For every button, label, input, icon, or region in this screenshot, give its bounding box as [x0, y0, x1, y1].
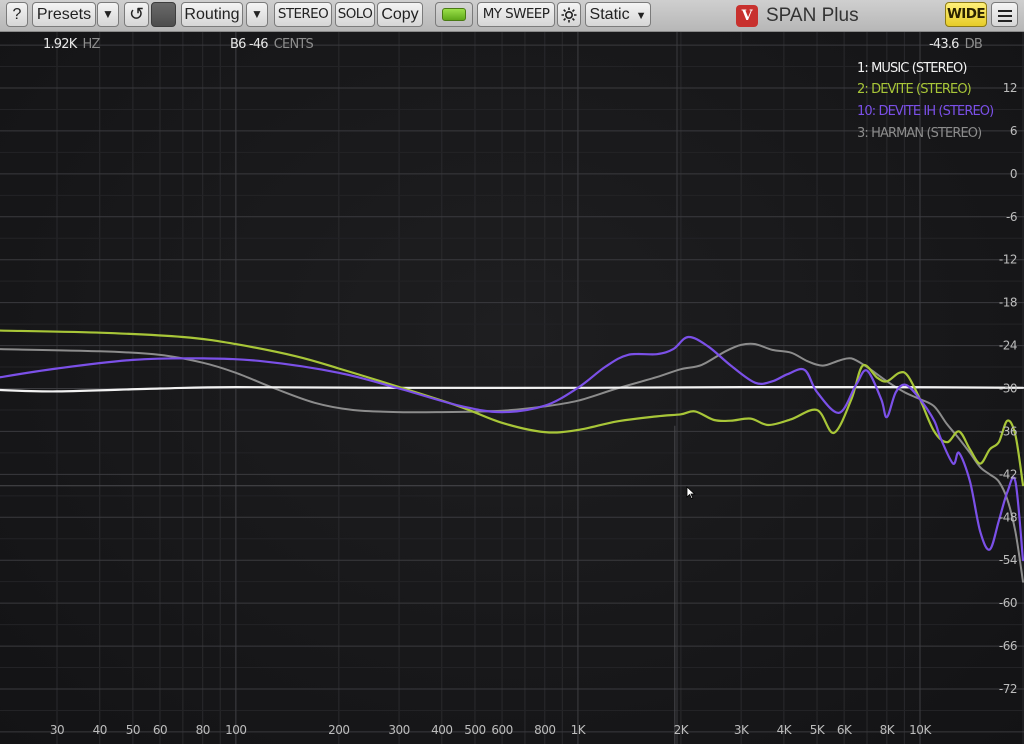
x-tick-label: 60: [153, 723, 167, 737]
y-tick-label: -54: [999, 553, 1017, 567]
note-readout: B6 -46 CENTS: [230, 37, 314, 53]
x-tick-label: 2K: [674, 723, 690, 737]
frequency-unit: HZ: [82, 37, 100, 52]
voxengo-logo-icon: V: [736, 4, 758, 27]
x-tick-label: 10K: [909, 723, 932, 737]
x-tick-label: 800: [534, 723, 555, 737]
note-value: B6 -46: [230, 37, 269, 52]
enable-toggle-button[interactable]: [435, 2, 473, 27]
legend-item-devite[interactable]: 2: DEVITE (STEREO): [857, 82, 972, 97]
frequency-value: 1.92K: [43, 37, 77, 52]
color-swatch-button[interactable]: [151, 2, 176, 27]
y-tick-label: -12: [999, 253, 1017, 267]
app-title: SPAN Plus: [766, 4, 859, 26]
x-tick-label: 200: [328, 723, 349, 737]
brand-logo: V SPAN Plus: [736, 3, 859, 28]
routing-dropdown-button[interactable]: ▼: [246, 2, 268, 27]
solo-button[interactable]: SOLO: [335, 2, 375, 27]
x-tick-label: 50: [126, 723, 140, 737]
x-tick-label: 4K: [777, 723, 793, 737]
series-line-3: [0, 342, 1024, 583]
frequency-readout: 1.92K HZ: [43, 37, 100, 53]
help-button[interactable]: ?: [6, 2, 28, 27]
note-unit: CENTS: [273, 37, 314, 52]
y-tick-label: -66: [999, 639, 1017, 653]
level-readout: -43.6 DB: [929, 37, 983, 53]
x-tick-label: 5K: [810, 723, 826, 737]
x-tick-label: 300: [388, 723, 409, 737]
y-tick-label: 6: [1010, 124, 1017, 138]
series-line-0: [0, 385, 1024, 393]
hamburger-menu-icon[interactable]: [991, 2, 1018, 27]
x-tick-label: 100: [225, 723, 246, 737]
span-plus-window: ? Presets ▼ ↺ Routing ▼ STEREO SOLO Copy…: [0, 0, 1024, 744]
stereo-button[interactable]: STEREO: [274, 2, 332, 27]
static-dropdown[interactable]: Static ▼: [585, 2, 651, 27]
gear-icon-glyph: [561, 7, 577, 23]
y-tick-label: -24: [999, 339, 1017, 353]
copy-button[interactable]: Copy: [377, 2, 423, 27]
y-tick-label: -60: [999, 596, 1017, 610]
static-dropdown-label: Static: [589, 6, 630, 23]
x-tick-label: 6K: [837, 723, 853, 737]
my-sweep-button[interactable]: MY SWEEP: [477, 2, 555, 27]
y-tick-label: -48: [999, 510, 1017, 524]
x-tick-label: 1K: [571, 723, 587, 737]
x-tick-label: 40: [93, 723, 107, 737]
x-axis-labels: 30 40 50 60 80 100 200 300 400 500 600 800 1K 2K 3K 4K 5…: [50, 723, 933, 737]
legend-item-music[interactable]: 1: MUSIC (STEREO): [857, 61, 972, 76]
y-tick-label: -18: [999, 296, 1017, 310]
y-tick-label: -30: [999, 382, 1017, 396]
y-tick-label: 0: [1010, 167, 1017, 181]
chevron-down-icon: ▼: [635, 10, 647, 22]
reset-icon[interactable]: ↺: [124, 2, 149, 27]
legend-item-harman[interactable]: 3: HARMAN (STEREO): [857, 126, 982, 141]
gear-icon[interactable]: [557, 2, 581, 27]
x-tick-label: 80: [196, 723, 210, 737]
y-tick-label: -6: [1006, 210, 1017, 224]
toolbar: ? Presets ▼ ↺ Routing ▼ STEREO SOLO Copy…: [0, 0, 1024, 32]
legend-item-devite-ih[interactable]: 10: DEVITE IH (STEREO): [857, 104, 994, 119]
presets-dropdown-button[interactable]: ▼: [97, 2, 119, 27]
y-tick-label: -72: [999, 682, 1017, 696]
wide-toggle-button[interactable]: WIDE: [945, 2, 987, 27]
x-tick-label: 8K: [880, 723, 896, 737]
mouse-pointer-icon: [686, 486, 696, 500]
x-tick-label: 3K: [734, 723, 750, 737]
level-value: -43.6: [929, 37, 959, 52]
series-curves: [0, 329, 1024, 583]
y-tick-label: -36: [999, 424, 1017, 438]
x-tick-label: 400: [431, 723, 452, 737]
x-tick-label: 500: [464, 723, 485, 737]
enable-led-icon: [442, 8, 466, 21]
x-tick-label: 600: [491, 723, 512, 737]
y-axis-labels: 12 6 0 -6 -12 -18 -24 -30 -36 -42 -48 -54 -60 -66 -72: [999, 81, 1018, 696]
routing-button[interactable]: Routing: [181, 2, 243, 27]
presets-button[interactable]: Presets: [32, 2, 96, 27]
y-tick-label: 12: [1003, 81, 1017, 95]
level-unit: DB: [964, 37, 983, 52]
x-tick-label: 30: [50, 723, 64, 737]
y-tick-label: -42: [999, 467, 1017, 481]
